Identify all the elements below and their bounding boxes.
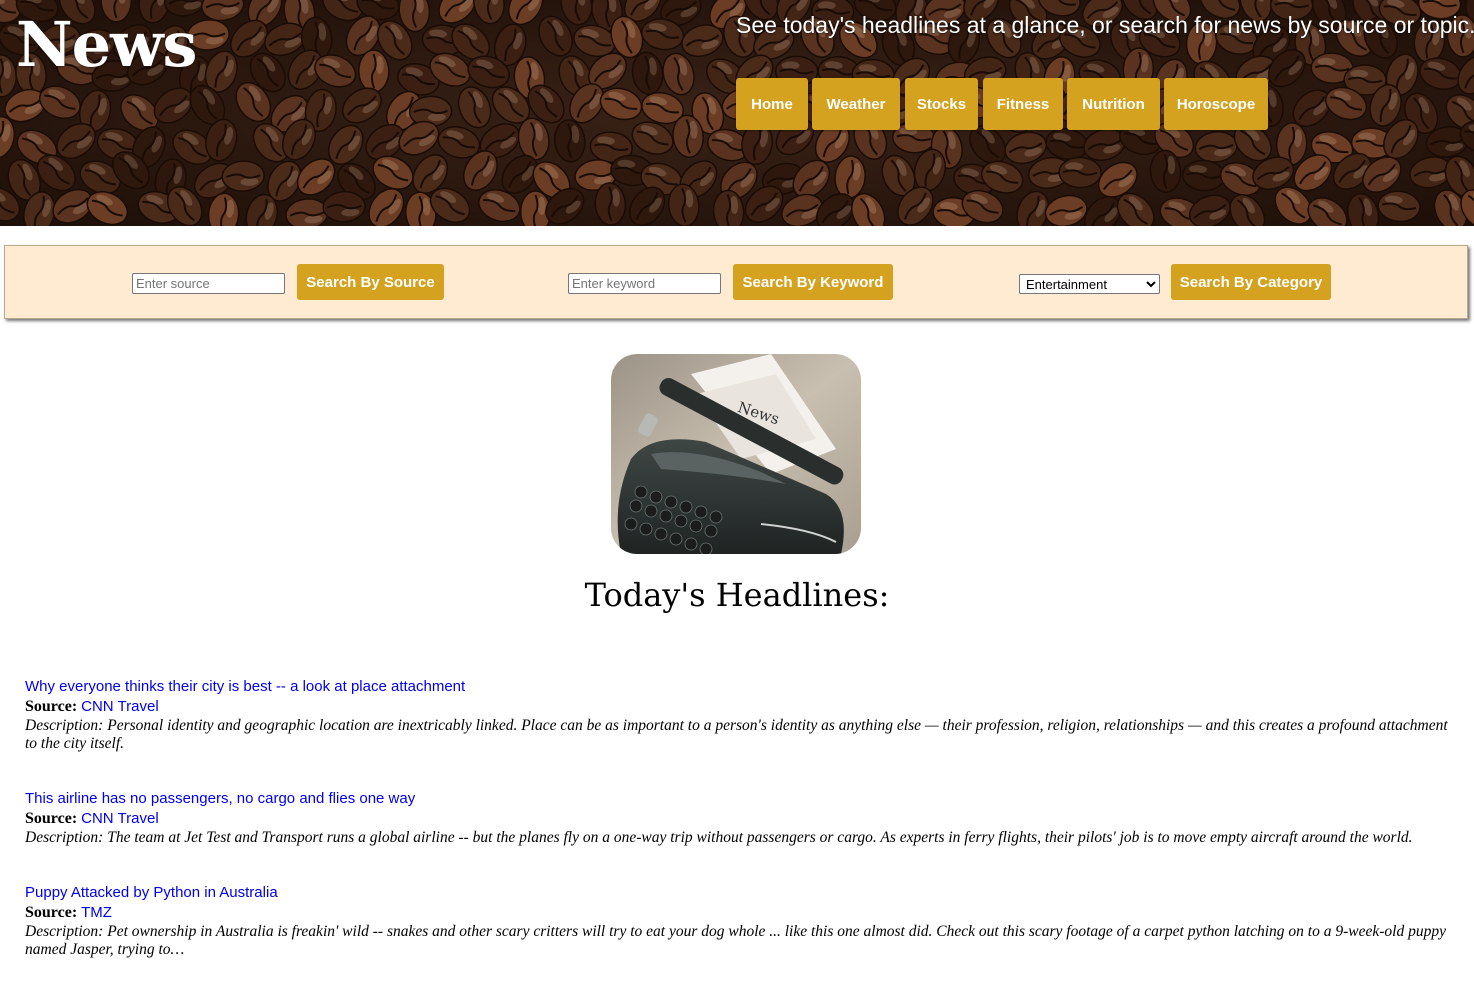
description-text: Personal identity and geographic locatio… [25, 717, 1448, 752]
nav-stocks-button[interactable]: Stocks [905, 78, 978, 130]
search-by-keyword-button[interactable]: Search By Keyword [733, 264, 893, 300]
search-bar: Search By Source Search By Keyword Enter… [4, 245, 1468, 319]
article-description: Description: Pet ownership in Australia … [25, 923, 1460, 959]
category-select[interactable]: Entertainment [1019, 274, 1160, 294]
nav-weather-button[interactable]: Weather [812, 78, 900, 130]
article-description: Description: Personal identity and geogr… [25, 717, 1460, 753]
source-search-input[interactable] [132, 273, 285, 294]
article-item: Puppy Attacked by Python in Australia So… [25, 883, 1460, 959]
nav-home-button[interactable]: Home [736, 78, 808, 130]
nav-horoscope-button[interactable]: Horoscope [1164, 78, 1268, 130]
article-source: Source: TMZ [25, 903, 1460, 923]
source-label: Source: [25, 904, 78, 921]
article-source: Source: CNN Travel [25, 697, 1460, 717]
description-label: Description: [25, 923, 104, 940]
source-link[interactable]: CNN Travel [81, 698, 159, 715]
source-link[interactable]: TMZ [81, 904, 112, 921]
article-description: Description: The team at Jet Test and Tr… [25, 829, 1460, 847]
article-title-link[interactable]: Puppy Attacked by Python in Australia [25, 883, 1460, 903]
description-text: Pet ownership in Australia is freakin' w… [25, 923, 1446, 958]
search-by-source-button[interactable]: Search By Source [297, 264, 444, 300]
keyword-search-input[interactable] [568, 273, 721, 294]
article-source: Source: CNN Travel [25, 809, 1460, 829]
tagline: See today's headlines at a glance, or se… [736, 12, 1474, 38]
description-label: Description: [25, 829, 104, 846]
source-label: Source: [25, 698, 78, 715]
hero-header: News See today's headlines at a glance, … [0, 0, 1474, 226]
source-label: Source: [25, 810, 78, 827]
search-by-category-button[interactable]: Search By Category [1171, 264, 1331, 300]
typewriter-image: News [611, 354, 861, 554]
article-item: This airline has no passengers, no cargo… [25, 789, 1460, 847]
description-label: Description: [25, 717, 104, 734]
article-title-link[interactable]: Why everyone thinks their city is best -… [25, 677, 1460, 697]
article-item: Why everyone thinks their city is best -… [25, 677, 1460, 753]
description-text: The team at Jet Test and Transport runs … [107, 829, 1413, 846]
article-title-link[interactable]: This airline has no passengers, no cargo… [25, 789, 1460, 809]
nav-fitness-button[interactable]: Fitness [983, 78, 1063, 130]
typewriter-illustration: News [611, 354, 861, 554]
site-title: News [16, 8, 197, 81]
headlines-title: Today's Headlines: [584, 576, 890, 614]
source-link[interactable]: CNN Travel [81, 810, 159, 827]
nav-nutrition-button[interactable]: Nutrition [1067, 78, 1160, 130]
